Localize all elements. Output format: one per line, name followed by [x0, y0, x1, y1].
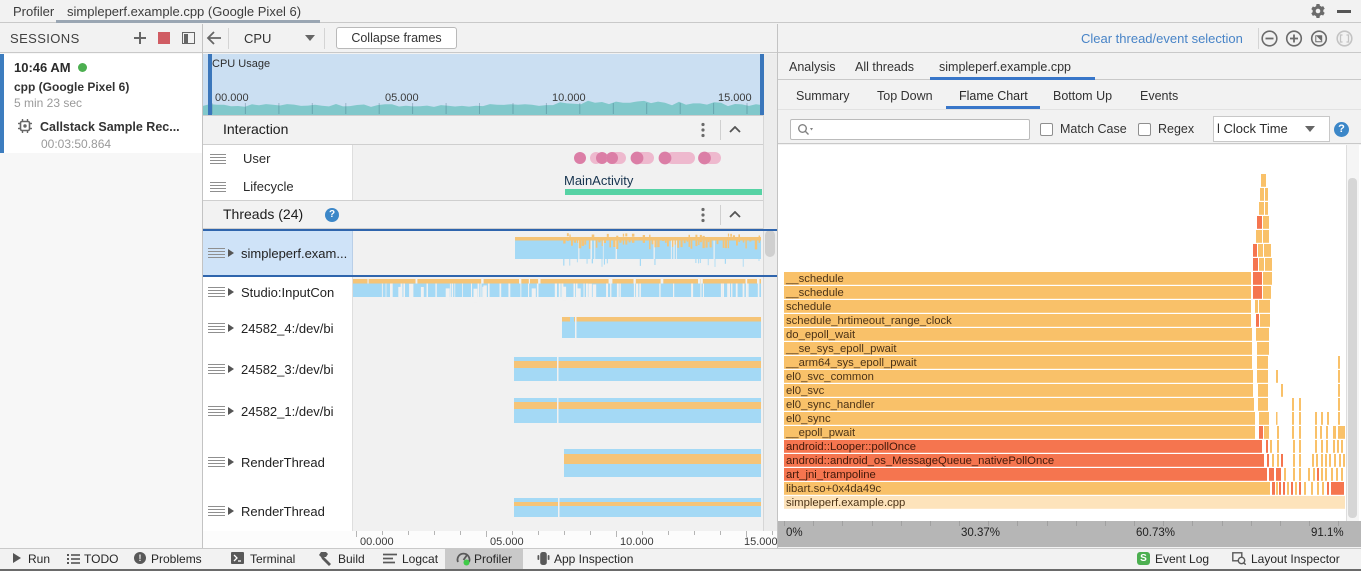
- svg-text:schedule_hrtimeout_range_clock: schedule_hrtimeout_range_clock: [786, 315, 952, 327]
- svg-text:schedule: schedule: [786, 301, 831, 313]
- svg-text:__schedule: __schedule: [785, 287, 844, 299]
- svg-text:android::android_os_MessageQue: android::android_os_MessageQueue_nativeP…: [786, 455, 1054, 467]
- svg-text:el0_sync_handler: el0_sync_handler: [786, 399, 875, 411]
- svg-text:__epoll_pwait: __epoll_pwait: [785, 427, 856, 439]
- svg-text:simpleperf.example.cpp: simpleperf.example.cpp: [786, 497, 905, 509]
- svg-text:android::Looper::pollOnce: android::Looper::pollOnce: [786, 441, 916, 453]
- svg-text:art_jni_trampoline: art_jni_trampoline: [786, 469, 876, 481]
- svg-text:libart.so+0x4da49c: libart.so+0x4da49c: [786, 483, 881, 495]
- svg-text:el0_svc_common: el0_svc_common: [786, 371, 874, 383]
- svg-text:__arm64_sys_epoll_pwait: __arm64_sys_epoll_pwait: [785, 357, 917, 369]
- svg-text:el0_sync: el0_sync: [786, 413, 831, 425]
- svg-text:__schedule: __schedule: [785, 273, 844, 285]
- svg-text:do_epoll_wait: do_epoll_wait: [786, 329, 856, 341]
- svg-text:__se_sys_epoll_pwait: __se_sys_epoll_pwait: [785, 343, 897, 355]
- svg-text:el0_svc: el0_svc: [786, 385, 825, 397]
